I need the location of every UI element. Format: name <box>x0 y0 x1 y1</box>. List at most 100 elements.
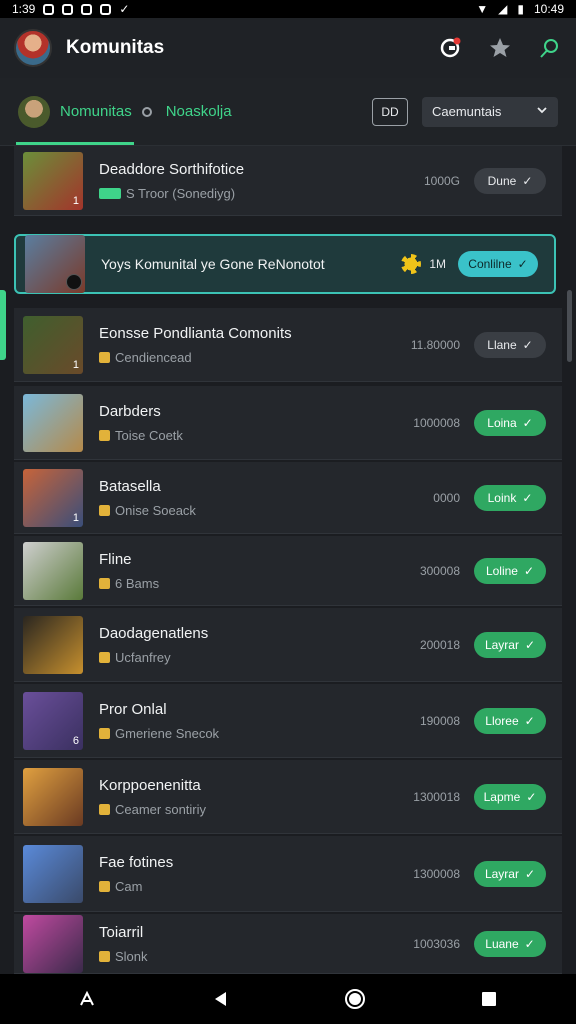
join-button[interactable]: Loline ✓ <box>474 557 546 584</box>
join-button[interactable]: Layrar ✓ <box>474 860 546 887</box>
community-subtitle: Cendiencead <box>99 350 292 365</box>
list-item[interactable]: Fae fotines Cam 1300008 Layrar ✓ <box>14 836 562 912</box>
community-thumbnail: 6 <box>23 691 83 750</box>
community-avatar <box>18 95 50 128</box>
notification-icon[interactable] <box>438 36 462 60</box>
battery-icon: ▮ <box>517 2 524 16</box>
member-count: 1300008 <box>413 866 460 881</box>
community-text: Toiarril Slonk <box>99 924 148 964</box>
member-count: 1300018 <box>413 789 460 804</box>
back-icon[interactable] <box>206 984 236 1014</box>
scrollbar[interactable] <box>567 290 572 362</box>
avatar[interactable] <box>14 29 52 67</box>
community-text: Fline 6 Bams <box>99 551 159 591</box>
sun-icon <box>401 254 422 274</box>
category-tag-icon <box>99 880 110 892</box>
assistant-icon[interactable] <box>72 984 102 1014</box>
join-button[interactable]: Llane ✓ <box>474 331 546 358</box>
list-item[interactable]: 1 Deaddore Sorthifotice S Troor (Sonediyg)… <box>14 146 562 216</box>
subtitle-text: Onise Soeack <box>115 502 196 518</box>
star-icon[interactable] <box>488 36 512 60</box>
community-subtitle: Ucfanfrey <box>99 650 208 665</box>
app-status-icon <box>62 3 74 15</box>
member-count: 1M <box>401 254 446 274</box>
list-item[interactable]: 6 Pror Onlal Gmeriene Snecok 190008 Lloree ✓ <box>14 684 562 758</box>
community-list: 1 Deaddore Sorthifotice S Troor (Sonediyg)… <box>0 146 576 974</box>
subtitle-text: Cendiencead <box>115 349 192 365</box>
list-item[interactable]: Daodagenatlens Ucfanfrey 200018 Layrar ✓ <box>14 608 562 682</box>
thumbnail-badge-number: 1 <box>72 358 79 371</box>
list-item[interactable]: 1 Batasella Onise Soeack 0000 Loink ✓ <box>14 462 562 534</box>
join-button[interactable]: Dune ✓ <box>474 167 546 194</box>
community-text: Korppoenenitta Ceamer sontiriy <box>99 777 206 817</box>
community-thumbnail: 1 <box>23 315 83 374</box>
check-icon: ✓ <box>526 789 537 804</box>
join-button[interactable]: Luane ✓ <box>474 930 546 957</box>
community-thumbnail <box>23 914 83 973</box>
recents-icon[interactable] <box>474 984 504 1014</box>
community-subtitle: Onise Soeack <box>99 503 196 518</box>
chevron-down-icon <box>536 104 548 119</box>
view-toggle-button[interactable]: DD <box>372 97 408 126</box>
list-item[interactable]: Toiarril Slonk 1003036 Luane ✓ <box>14 914 562 974</box>
subtitle-text: 6 Bams <box>115 575 160 591</box>
check-icon: ✓ <box>517 257 528 271</box>
community-subtitle: 6 Bams <box>99 576 159 591</box>
subtitle-text: Slonk <box>115 948 148 964</box>
list-item[interactable]: 1 Eonsse Pondlianta Comonits Cendiencead 11… <box>14 308 562 382</box>
status-time-right: 10:49 <box>533 2 564 16</box>
community-thumbnail <box>23 615 83 674</box>
thumbnail-badge-number: 1 <box>72 511 79 524</box>
thumbnail-badge-icon <box>66 274 82 290</box>
community-subtitle: Toise Coetk <box>99 428 183 443</box>
community-name: Eonsse Pondlianta Comonits <box>99 324 292 342</box>
community-text: Yoys Komunital ye Gone ReNonotot <box>101 256 325 272</box>
app-status-icon <box>100 3 112 15</box>
join-button[interactable]: Conlilne ✓ <box>458 251 538 277</box>
home-icon[interactable] <box>340 984 370 1014</box>
community-subtitle: Ceamer sontiriy <box>99 802 206 817</box>
community-text: Deaddore Sorthifotice S Troor (Sonediyg) <box>99 161 244 201</box>
category-tag-icon <box>99 950 110 962</box>
join-button[interactable]: Loina ✓ <box>474 409 546 436</box>
category-tag-icon <box>99 577 110 589</box>
category-tag-icon <box>99 651 110 663</box>
category-dropdown[interactable]: Caemuntais <box>422 96 558 127</box>
join-button-label: Layrar <box>484 866 519 881</box>
join-button[interactable]: Loink ✓ <box>474 484 546 511</box>
member-count: 300008 <box>419 563 460 578</box>
community-text: Fae fotines Cam <box>99 854 173 894</box>
join-button[interactable]: Lapme ✓ <box>474 783 546 810</box>
list-item[interactable]: Fline 6 Bams 300008 Loline ✓ <box>14 536 562 606</box>
member-count: 0000 <box>433 490 460 505</box>
join-button-label: Loina <box>487 415 517 430</box>
app-bar: Komunitas <box>0 18 576 78</box>
featured-community-row[interactable]: Yoys Komunital ye Gone ReNonotot 1M Conlil… <box>14 234 556 294</box>
subtitle-text: Gmeriene Snecok <box>115 725 220 741</box>
community-name: Deaddore Sorthifotice <box>99 160 245 178</box>
tab-secondary[interactable]: Noaskolja <box>166 103 232 120</box>
check-icon: ✓ <box>524 866 536 881</box>
join-button[interactable]: Lloree ✓ <box>474 707 546 734</box>
community-thumbnail <box>23 393 83 452</box>
community-text: Daodagenatlens Ucfanfrey <box>99 625 208 665</box>
page-title: Komunitas <box>66 37 165 58</box>
tab-communities[interactable]: Nomunitas <box>16 103 134 145</box>
thumbnail-badge-number: 1 <box>72 194 79 207</box>
subtitle-text: Ceamer sontiriy <box>115 801 207 817</box>
radio-icon <box>141 106 152 117</box>
list-item[interactable]: Korppoenenitta Ceamer sontiriy 1300018 Lapm… <box>14 760 562 834</box>
join-button-label: Llane <box>487 337 517 352</box>
category-tag-icon <box>99 429 110 441</box>
join-button-label: Loline <box>485 563 518 578</box>
check-icon: ✓ <box>522 415 533 430</box>
community-name: Pror Onlal <box>99 700 167 718</box>
community-name: Darbders <box>99 402 161 420</box>
check-status-icon: ✓ <box>119 2 130 16</box>
join-button[interactable]: Layrar ✓ <box>474 631 546 658</box>
member-count: 1000G <box>423 173 460 188</box>
search-icon[interactable] <box>538 36 562 60</box>
dropdown-value: Caemuntais <box>432 104 502 119</box>
community-thumbnail: 1 <box>23 151 83 210</box>
list-item[interactable]: Darbders Toise Coetk 1000008 Loina ✓ <box>14 386 562 460</box>
